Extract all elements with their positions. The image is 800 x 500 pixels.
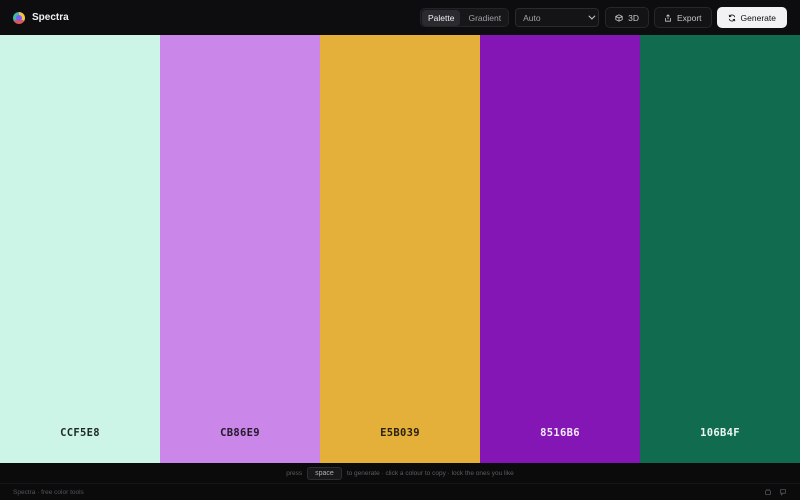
brand[interactable]: Spectra [13, 11, 69, 24]
swatch-hex-label[interactable]: 8516B6 [480, 427, 640, 439]
export-button[interactable]: Export [653, 7, 712, 28]
mode-palette-tab[interactable]: Palette [422, 9, 461, 26]
3d-button[interactable]: 3D [605, 7, 649, 28]
cube-icon [615, 13, 623, 22]
color-swatch[interactable]: 106B4F [640, 35, 800, 463]
generate-button[interactable]: Generate [716, 7, 787, 28]
color-swatch[interactable]: CB86E9 [160, 35, 320, 463]
generate-button-label: Generate [740, 12, 776, 23]
app-name: Spectra [32, 12, 69, 23]
keyboard-hint: press space to generate · click a colour… [0, 463, 800, 483]
chevron-down-icon [588, 12, 596, 20]
color-swatch[interactable]: E5B039 [320, 35, 480, 463]
hint-suffix: to generate · click a colour to copy · l… [346, 469, 514, 477]
spectra-logo-icon [13, 11, 25, 24]
hint-prefix: press [286, 469, 303, 477]
mode-gradient-tab[interactable]: Gradient [462, 10, 507, 26]
footer-text: Spectra · free color tools [13, 488, 84, 496]
color-swatch[interactable]: 8516B6 [480, 35, 640, 463]
swatch-hex-label[interactable]: CCF5E8 [0, 427, 160, 439]
share-icon [665, 13, 671, 22]
space-key: space [307, 466, 342, 480]
feedback-icon[interactable] [779, 488, 787, 496]
github-icon[interactable] [764, 488, 772, 496]
harmony-select[interactable]: Auto [515, 8, 600, 27]
color-swatch[interactable]: CCF5E8 [0, 35, 160, 463]
swatch-hex-label[interactable]: CB86E9 [160, 427, 320, 439]
refresh-icon [728, 14, 735, 21]
3d-button-label: 3D [628, 12, 639, 23]
top-bar: Spectra Palette Gradient Auto 3D Export … [0, 0, 800, 35]
footer: Spectra · free color tools [0, 483, 800, 500]
palette-swatches: CCF5E8 CB86E9 E5B039 8516B6 106B4F [0, 35, 800, 463]
export-button-label: Export [676, 12, 702, 23]
harmony-select-value: Auto [523, 12, 541, 23]
swatch-hex-label[interactable]: E5B039 [320, 427, 480, 439]
swatch-hex-label[interactable]: 106B4F [640, 427, 800, 439]
mode-toggle: Palette Gradient [420, 8, 510, 27]
